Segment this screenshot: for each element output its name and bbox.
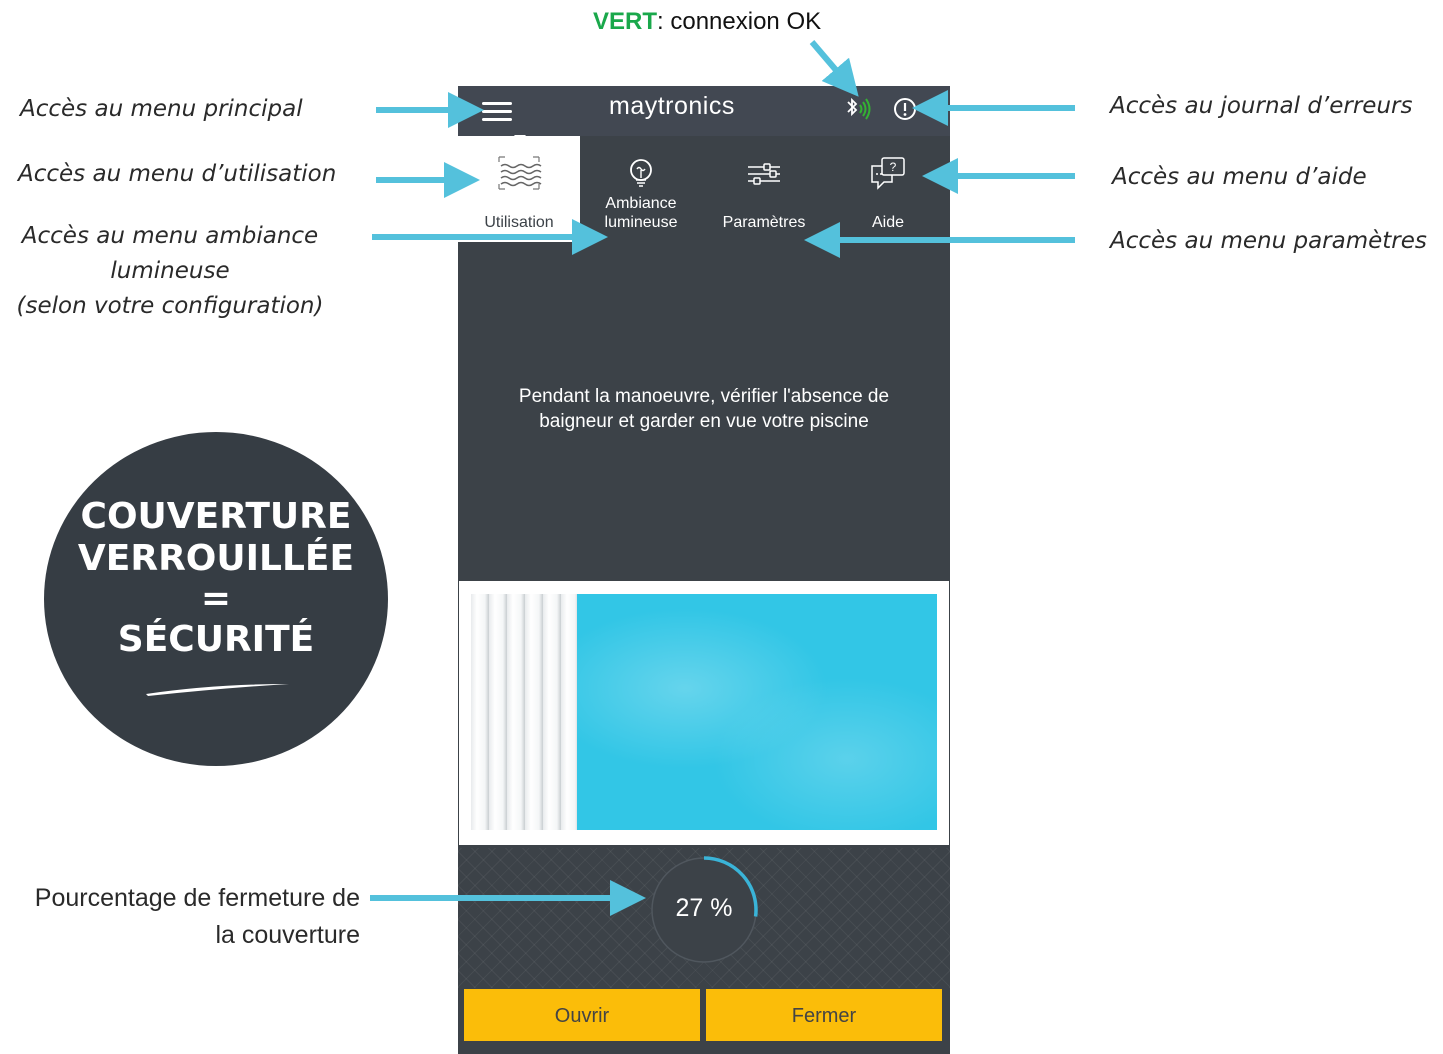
annotation-usage-menu: Accès au menu d’utilisation (18, 161, 337, 187)
badge-line3: = (200, 578, 232, 619)
tab-aide-label: Aide (871, 214, 905, 231)
safety-message-line1: Pendant la manoeuvre, vérifier l'absence… (518, 386, 890, 407)
pool-water (577, 594, 937, 830)
bluetooth-connected-icon (847, 97, 871, 120)
badge-line1: COUVERTURE (80, 496, 352, 537)
tab-utilisation[interactable]: Utilisation (458, 136, 580, 242)
connection-status-note: VERT: connexion OK (593, 8, 821, 36)
app-screen: maytronics Utilisation Ambiance lumineus… (458, 86, 950, 1054)
status-color-label: VERT (593, 8, 658, 35)
tab-parametres[interactable]: Paramètres (702, 136, 826, 242)
app-header: maytronics (458, 86, 950, 136)
menu-hamburger-icon[interactable] (482, 100, 512, 122)
brand-logo: maytronics (609, 92, 735, 120)
closure-percentage: 27 % (675, 894, 733, 922)
error-log-icon[interactable] (892, 96, 918, 122)
active-tab-caret (514, 135, 526, 142)
help-chat-icon: ? (871, 157, 905, 190)
open-button[interactable]: Ouvrir (464, 989, 700, 1041)
tab-ambiance-lumineuse[interactable]: Ambiance lumineuse (580, 136, 702, 242)
annotation-error-log: Accès au journal d’erreurs (1110, 93, 1413, 119)
svg-text:?: ? (890, 160, 897, 174)
tab-ambiance-label-line2: lumineuse (604, 214, 678, 231)
annotation-main-menu: Accès au menu principal (20, 96, 303, 122)
main-tabs: Utilisation Ambiance lumineuse Paramètre… (458, 135, 950, 242)
badge-line2: VERROUILLÉE (77, 538, 355, 579)
safety-message-line2: baigneur et garder en vue votre piscine (539, 411, 869, 432)
tab-ambiance-label: Ambiance lumineuse (580, 194, 702, 232)
waves-icon (498, 156, 542, 190)
badge-line4: SÉCURITÉ (117, 619, 315, 660)
annotation-percentage-line1: Pourcentage de fermeture de (34, 884, 360, 912)
annotation-ambiance-line3: (selon votre configuration) (16, 293, 324, 319)
tab-utilisation-label: Utilisation (484, 214, 554, 231)
arrow-connection-status (809, 40, 859, 97)
cover-slats (471, 594, 577, 830)
close-button[interactable]: Fermer (706, 989, 942, 1041)
safety-badge: COUVERTURE VERROUILLÉE = SÉCURITÉ (44, 432, 388, 766)
badge-swoosh-icon (146, 684, 289, 696)
pool-basin (471, 594, 937, 830)
bulb-icon (630, 159, 652, 187)
safety-message: Pendant la manoeuvre, vérifier l'absence… (478, 384, 930, 434)
status-description: : connexion OK (657, 8, 822, 35)
annotation-ambiance-line2: lumineuse (110, 258, 230, 284)
pool-visual (459, 581, 949, 845)
tab-parametres-label: Paramètres (722, 214, 806, 231)
tab-aide[interactable]: ? Aide (826, 136, 950, 242)
annotation-settings-menu: Accès au menu paramètres (1110, 228, 1427, 254)
annotation-percentage-line2: la couverture (215, 921, 360, 949)
annotation-help-menu: Accès au menu d’aide (1112, 164, 1367, 190)
sliders-icon (748, 163, 780, 185)
tab-ambiance-label-line1: Ambiance (605, 195, 677, 212)
annotation-ambiance-line1: Accès au menu ambiance (21, 223, 319, 249)
